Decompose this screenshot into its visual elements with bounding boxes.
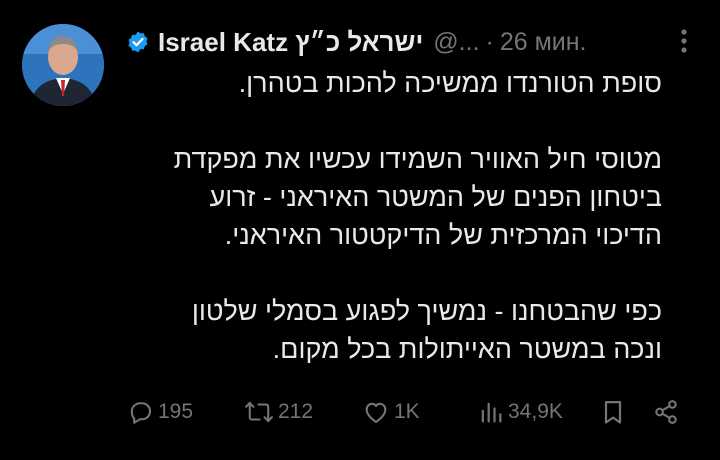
author-handle[interactable]: @... xyxy=(433,28,479,57)
reply-count: 195 xyxy=(158,400,194,423)
share-button[interactable] xyxy=(652,394,684,430)
tweet-line: מטוסי חיל האוויר השמידו עכשיו את מפקדת xyxy=(173,144,662,174)
share-icon xyxy=(655,400,677,424)
like-count: 1K xyxy=(394,400,420,423)
reply-button[interactable]: 195 xyxy=(126,394,193,430)
action-bar: 195 212 1K 34,9K xyxy=(126,394,686,430)
bar-chart-icon xyxy=(481,402,502,423)
tweet-line: ונכה במשטר האייתולות בכל מקום. xyxy=(272,334,662,364)
author-display-name[interactable]: Israel Katz ישראל כ״ץ xyxy=(158,27,423,58)
reply-icon xyxy=(130,402,152,424)
views-button[interactable]: 34,9K xyxy=(478,394,563,430)
verified-badge-icon xyxy=(128,31,148,53)
repost-button[interactable]: 212 xyxy=(244,394,313,430)
tweet-text: סופת הטורנדו ממשיכה להכות בטהרן. מטוסי ח… xyxy=(142,64,662,368)
timestamp[interactable]: 26 мин. xyxy=(500,28,587,57)
separator-dot: · xyxy=(485,27,494,56)
tweet-header: Israel Katz ישראל כ״ץ @... · 26 мин. xyxy=(126,24,666,60)
like-button[interactable]: 1K xyxy=(362,394,420,430)
avatar[interactable] xyxy=(22,24,104,106)
bookmark-button[interactable] xyxy=(600,394,630,430)
heart-icon xyxy=(365,402,387,423)
tweet-line: כפי שהבטחנו - נמשיך לפגוע בסמלי שלטון xyxy=(191,296,662,326)
views-count: 34,9K xyxy=(508,400,563,423)
tweet-line: ביטחון הפנים של המשטר האיראני - זרוע xyxy=(209,182,663,212)
tweet-line: הדיכוי המרכזית של הדיקטטור האיראני. xyxy=(224,220,662,250)
tweet-line: סופת הטורנדו ממשיכה להכות בטהרן. xyxy=(238,68,662,98)
tweet[interactable]: Israel Katz ישראל כ״ץ @... · 26 мин. סופ… xyxy=(0,0,720,460)
repost-count: 212 xyxy=(278,400,314,423)
repost-icon xyxy=(245,401,273,423)
bookmark-icon xyxy=(604,400,622,424)
more-options-icon[interactable] xyxy=(678,26,690,56)
